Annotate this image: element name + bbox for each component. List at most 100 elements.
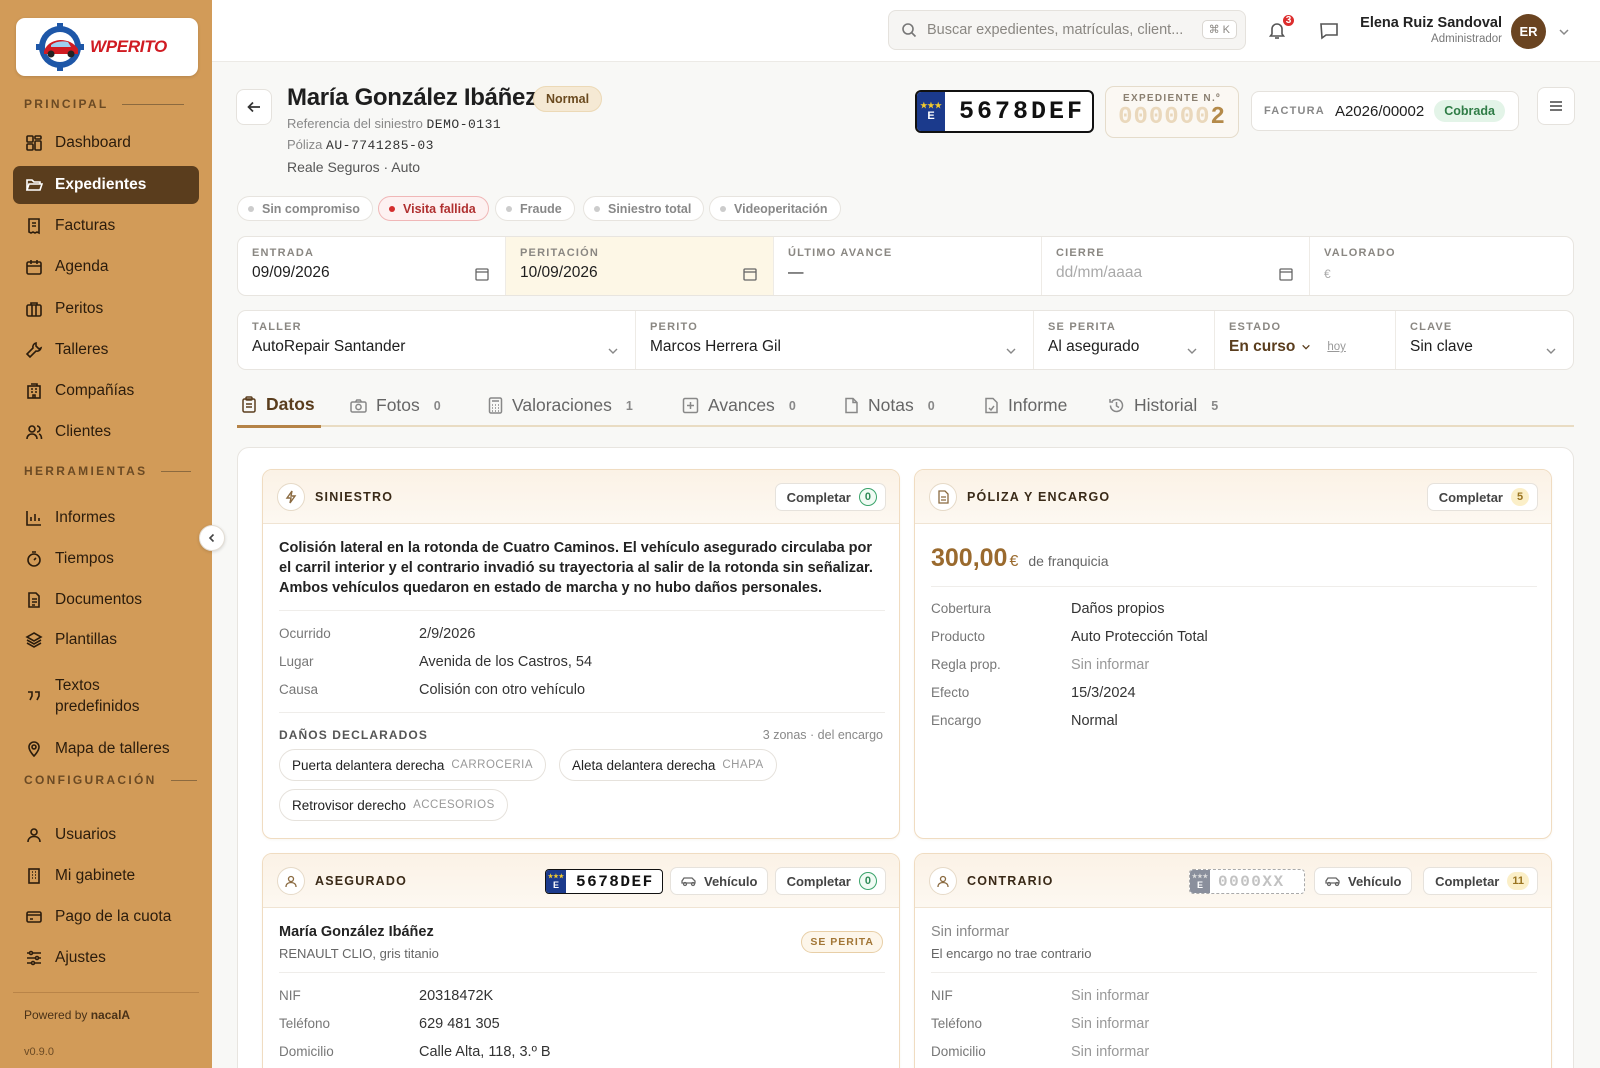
lightning-icon: [277, 482, 305, 511]
flag-visita-fallida[interactable]: Visita fallida: [378, 196, 489, 221]
date-entrada[interactable]: ENTRADA 09/09/2026: [238, 237, 506, 295]
sidebar-item-facturas[interactable]: Facturas: [13, 207, 199, 245]
assignment-row: TALLER AutoRepair Santander PERITO Marcos …: [237, 310, 1574, 370]
dates-row: ENTRADA 09/09/2026 PERITACIÓN 10/09/2026 Ú…: [237, 236, 1574, 296]
damage-chip[interactable]: Retrovisor derecho ACCESORIOS: [279, 789, 508, 821]
field-value: AutoRepair Santander: [252, 338, 406, 355]
sidebar-item-label: Agenda: [55, 258, 109, 275]
back-button[interactable]: [236, 89, 272, 125]
tab-count: 0: [788, 398, 796, 413]
complete-button[interactable]: Completar 0: [774, 483, 886, 511]
sidebar-item-usuarios[interactable]: Usuarios: [13, 816, 199, 854]
collapse-sidebar-button[interactable]: [199, 525, 225, 551]
vehicle-button[interactable]: Vehículo: [670, 867, 769, 895]
office-icon: [28, 868, 40, 884]
field-label: PERITACIÓN: [520, 247, 600, 259]
flag-fraude[interactable]: Fraude: [495, 196, 575, 221]
options-menu-button[interactable]: [1537, 87, 1575, 125]
complete-count: 5: [1511, 488, 1529, 506]
sidebar-item-mi-gabinete[interactable]: Mi gabinete: [13, 857, 199, 895]
flag-videoperitacion[interactable]: Videoperitación: [709, 196, 841, 221]
date-cierre[interactable]: CIERRE dd/mm/aaaa: [1042, 237, 1310, 295]
sidebar-item-dashboard[interactable]: Dashboard: [13, 124, 199, 162]
tab-datos[interactable]: Datos: [237, 384, 321, 428]
avatar[interactable]: ER: [1511, 14, 1546, 49]
card-header: SINIESTRO Completar 0: [263, 470, 899, 524]
policy-number: Póliza AU-7741285-03: [287, 137, 434, 153]
sidebar-item-clientes[interactable]: Clientes: [13, 413, 199, 451]
card-title: SINIESTRO: [315, 489, 394, 504]
global-search[interactable]: Buscar expedientes, matrículas, client..…: [888, 10, 1246, 50]
field-value: Colisión con otro vehículo: [419, 682, 586, 698]
damages-title: DAÑOS DECLARADOS: [279, 728, 428, 742]
expediente-digit: 2: [1210, 104, 1226, 131]
tab-avances[interactable]: Avances 0: [682, 384, 796, 427]
valorado-input[interactable]: VALORADO €: [1310, 237, 1573, 295]
datos-panel: SINIESTRO Completar 0 Colisión lateral en…: [237, 447, 1574, 1068]
field-value: Sin informar: [1071, 1016, 1150, 1032]
card-header: CONTRARIO ★★★ E 0000XX Vehículo Completar…: [915, 854, 1551, 908]
sidebar-item-plantillas[interactable]: Plantillas: [13, 621, 199, 659]
field-label: SE PERITA: [1048, 321, 1117, 333]
sidebar-item-tiempos[interactable]: Tiempos: [13, 540, 199, 578]
sidebar-item-textos-predefinidos[interactable]: Textos predefinidos: [13, 670, 199, 722]
plate-country: E: [927, 110, 935, 122]
sidebar-item-documentos[interactable]: Documentos: [13, 581, 199, 619]
history-icon: [1109, 398, 1124, 413]
user-role: Administrador: [1431, 33, 1502, 45]
sidebar-item-mapa-de-talleres[interactable]: Mapa de talleres: [13, 730, 199, 768]
field-value: Auto Protección Total: [1071, 629, 1208, 645]
sidebar-item-label: Peritos: [55, 300, 104, 317]
expediente-padding: 000000: [1118, 104, 1211, 131]
sidebar-item-pago-cuota[interactable]: Pago de la cuota: [13, 898, 199, 936]
sidebar-item-expedientes[interactable]: Expedientes: [13, 166, 199, 204]
flag-sin-compromiso[interactable]: Sin compromiso: [237, 196, 373, 221]
select-taller[interactable]: TALLER AutoRepair Santander: [238, 311, 636, 369]
sidebar-item-talleres[interactable]: Talleres: [13, 331, 199, 369]
chevron-down-icon: [1006, 348, 1016, 354]
complete-button[interactable]: Completar 5: [1426, 483, 1538, 511]
field-encargo: Encargo Normal: [931, 713, 1118, 729]
sidebar-item-label: Ajustes: [55, 949, 106, 966]
tab-informe[interactable]: Informe: [984, 384, 1067, 427]
complete-button[interactable]: Completar 11: [1423, 867, 1538, 895]
sidebar-item-agenda[interactable]: Agenda: [13, 248, 199, 286]
insured-plate: ★★★ E 5678DEF: [545, 869, 663, 894]
chevron-down-icon[interactable]: [1558, 26, 1570, 38]
credit-card-icon: [26, 911, 42, 923]
invoice-info[interactable]: FACTURA A2026/00002 Cobrada: [1251, 91, 1519, 131]
sidebar-item-informes[interactable]: Informes: [13, 499, 199, 537]
tab-notas[interactable]: Notas 0: [844, 384, 935, 427]
vehicle-button[interactable]: Vehículo: [1314, 867, 1413, 895]
priority-badge: Normal: [533, 86, 603, 112]
damage-chip[interactable]: Aleta delantera derecha CHAPA: [559, 749, 777, 781]
brand-logo[interactable]: WPERITO: [16, 18, 198, 76]
field-nif: NIF Sin informar: [931, 988, 1149, 1004]
divider: [279, 712, 885, 713]
date-peritacion[interactable]: PERITACIÓN 10/09/2026: [506, 237, 774, 295]
field-telefono: Teléfono 629 481 305: [279, 1016, 500, 1032]
field-key: Encargo: [931, 713, 982, 728]
tab-valoraciones[interactable]: Valoraciones 1: [488, 384, 633, 427]
field-value: —: [788, 264, 804, 281]
chevron-left-icon: [208, 533, 215, 543]
users-icon: [26, 425, 43, 440]
select-perito[interactable]: PERITO Marcos Herrera Gil: [636, 311, 1034, 369]
select-estado[interactable]: ESTADO En curso hoy: [1215, 311, 1396, 369]
section-herramientas: HERRAMIENTAS: [24, 464, 192, 478]
estado-today-link[interactable]: hoy: [1327, 341, 1346, 353]
tab-historial[interactable]: Historial 5: [1108, 384, 1218, 427]
sidebar-item-peritos[interactable]: Peritos: [13, 290, 199, 328]
tab-fotos[interactable]: Fotos 0: [350, 384, 441, 427]
flag-siniestro-total[interactable]: Siniestro total: [583, 196, 705, 221]
complete-button[interactable]: Completar 0: [774, 867, 886, 895]
damage-chip[interactable]: Puerta delantera derecha CARROCERIA: [279, 749, 547, 781]
user-info[interactable]: Elena Ruiz Sandoval Administrador: [1317, 15, 1502, 45]
insurance-company: Reale Seguros · Auto: [287, 159, 421, 175]
tab-count: 0: [927, 398, 935, 413]
field-label: VALORADO: [1324, 247, 1396, 259]
select-se-perita[interactable]: SE PERITA Al asegurado: [1034, 311, 1215, 369]
sidebar-item-companias[interactable]: Compañías: [13, 372, 199, 410]
select-clave[interactable]: CLAVE Sin clave: [1396, 311, 1573, 369]
sidebar-item-ajustes[interactable]: Ajustes: [13, 939, 199, 977]
